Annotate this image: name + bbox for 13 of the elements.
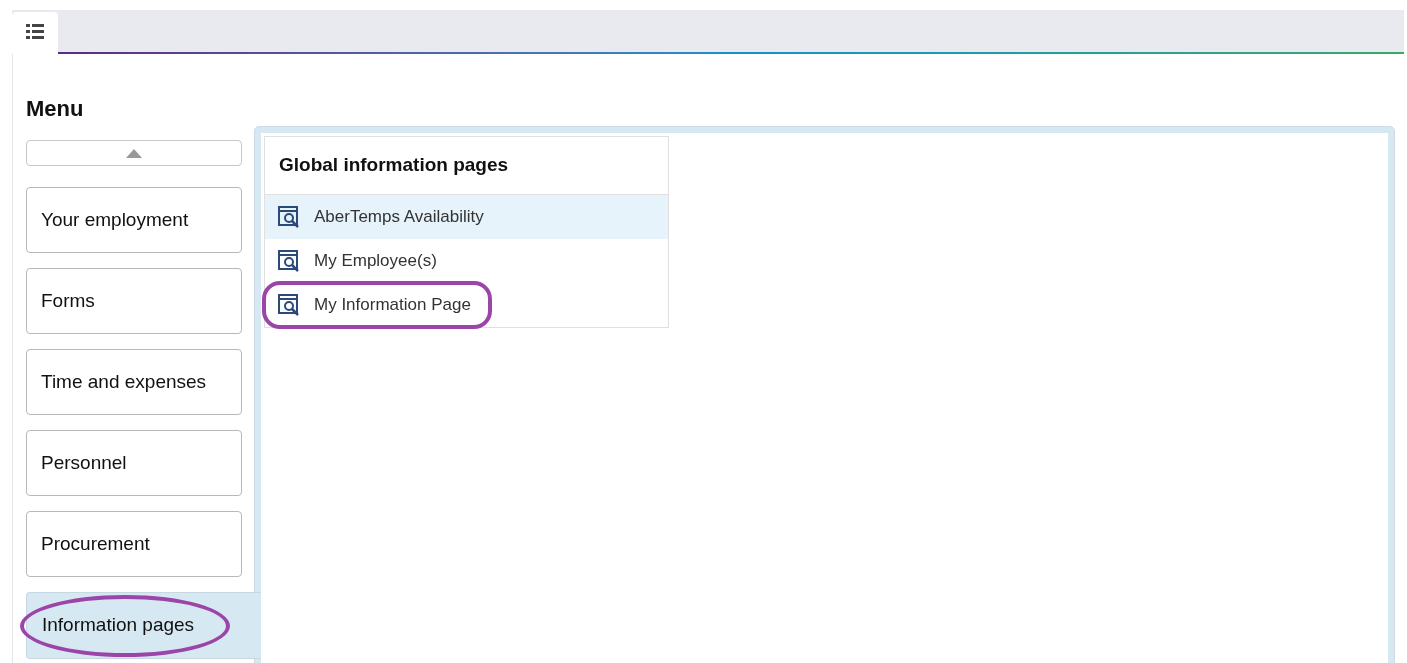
menu-item[interactable]: Time and expenses <box>26 349 242 415</box>
up-arrow-icon <box>126 148 142 158</box>
list-icon <box>26 24 44 39</box>
menu-item[interactable]: Information pages <box>26 592 261 659</box>
page-search-icon <box>278 206 300 228</box>
menu-title: Menu <box>26 98 85 120</box>
page-search-icon <box>278 250 300 272</box>
menu-item[interactable]: Your employment <box>26 187 242 253</box>
menu-item[interactable]: Procurement <box>26 511 242 577</box>
page-search-icon <box>278 294 300 316</box>
menu-item[interactable]: Forms <box>26 268 242 334</box>
info-page-link[interactable]: AberTemps Availability <box>265 195 668 239</box>
menu-item[interactable]: Personnel <box>26 430 242 496</box>
